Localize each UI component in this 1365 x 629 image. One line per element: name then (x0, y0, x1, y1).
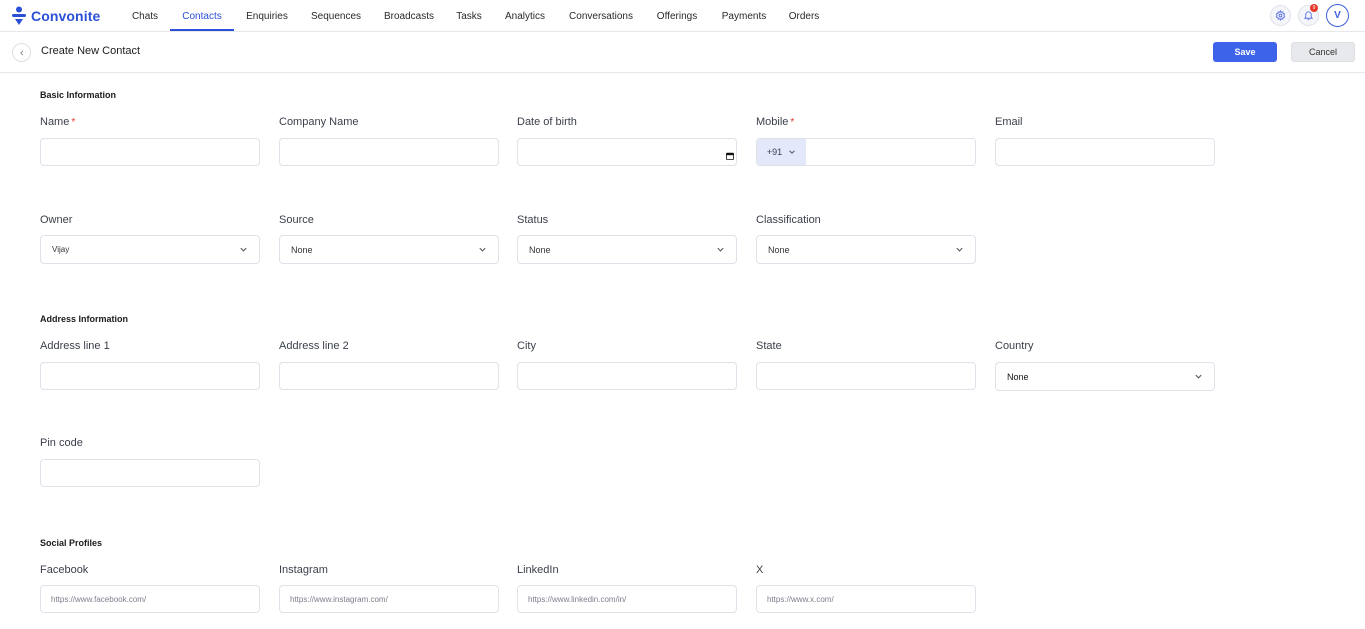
country-label: Country (995, 340, 1034, 352)
settings-button[interactable] (1270, 5, 1291, 26)
save-button[interactable]: Save (1213, 42, 1277, 62)
person-dot-icon (11, 6, 27, 26)
chevron-left-icon (19, 50, 23, 55)
required-mark: * (71, 117, 76, 128)
chevron-down-icon (477, 245, 487, 255)
classification-value: None (768, 244, 790, 255)
nav-sequences[interactable]: Sequences (304, 0, 368, 31)
status-label: Status (517, 214, 549, 226)
state-label: State (756, 340, 782, 352)
address-line-1-label: Address line 1 (40, 340, 110, 352)
mobile-input[interactable] (806, 139, 975, 165)
city-label: City (517, 340, 536, 352)
nav-orders[interactable]: Orders (783, 0, 825, 31)
address-line-2-label: Address line 2 (279, 340, 349, 352)
mobile-label: Mobile * (756, 116, 794, 128)
name-label: Name * (40, 116, 75, 128)
facebook-input[interactable] (40, 585, 260, 613)
calendar-icon[interactable] (726, 147, 734, 160)
linkedin-input[interactable] (517, 585, 737, 613)
x-input[interactable] (756, 585, 976, 613)
back-button[interactable] (12, 43, 31, 62)
chevron-down-icon (789, 150, 795, 154)
company-name-input[interactable] (279, 138, 499, 166)
name-label-text: Name (40, 116, 70, 128)
nav-enquiries[interactable]: Enquiries (240, 0, 294, 31)
nav-chats[interactable]: Chats (124, 0, 166, 31)
nav-tasks[interactable]: Tasks (451, 0, 487, 31)
company-name-label: Company Name (279, 116, 359, 128)
nav-conversations[interactable]: Conversations (562, 0, 640, 31)
owner-label: Owner (40, 214, 73, 226)
date-of-birth-input[interactable] (517, 138, 737, 166)
nav-broadcasts[interactable]: Broadcasts (378, 0, 440, 31)
basic-information-heading: Basic Information (40, 90, 117, 100)
nav-contacts[interactable]: Contacts (170, 0, 234, 31)
x-label: X (756, 564, 764, 576)
name-input[interactable] (40, 138, 260, 166)
avatar[interactable]: V (1326, 4, 1349, 27)
country-value: None (1007, 371, 1029, 382)
address-line-1-input[interactable] (40, 362, 260, 390)
email-label: Email (995, 116, 1023, 128)
status-value: None (529, 244, 551, 255)
page-title: Create New Contact (41, 45, 141, 57)
state-input[interactable] (756, 362, 976, 390)
country-code-select[interactable]: +91 (757, 139, 806, 165)
chevron-down-icon (1193, 372, 1203, 382)
owner-value: Vijay (52, 245, 70, 254)
email-input[interactable] (995, 138, 1215, 166)
brand-logo[interactable]: Convonite (11, 5, 100, 27)
source-label: Source (279, 214, 314, 226)
mobile-field: +91 (756, 138, 976, 166)
nav-analytics[interactable]: Analytics (497, 0, 553, 31)
source-value: None (291, 244, 313, 255)
source-select[interactable]: None (279, 235, 499, 264)
date-of-birth-label: Date of birth (517, 116, 577, 128)
facebook-label: Facebook (40, 564, 89, 576)
linkedin-label: LinkedIn (517, 564, 559, 576)
notification-badge: 9 (1310, 4, 1318, 12)
gear-icon (1275, 10, 1286, 21)
mobile-label-text: Mobile (756, 116, 789, 128)
social-profiles-heading: Social Profiles (40, 538, 103, 548)
instagram-input[interactable] (279, 585, 499, 613)
pin-code-input[interactable] (40, 459, 260, 487)
country-select[interactable]: None (995, 362, 1215, 391)
page-header (0, 32, 1365, 73)
instagram-label: Instagram (279, 564, 328, 576)
nav-payments[interactable]: Payments (715, 0, 773, 31)
city-input[interactable] (517, 362, 737, 390)
cancel-button[interactable]: Cancel (1291, 42, 1355, 62)
country-code-value: +91 (766, 147, 783, 157)
classification-label: Classification (756, 214, 821, 226)
address-information-heading: Address Information (40, 314, 129, 324)
nav-offerings[interactable]: Offerings (649, 0, 705, 31)
required-mark: * (790, 117, 795, 128)
owner-select[interactable]: Vijay (40, 235, 260, 264)
address-line-2-input[interactable] (279, 362, 499, 390)
chevron-down-icon (715, 245, 725, 255)
classification-select[interactable]: None (756, 235, 976, 264)
brand-name: Convonite (31, 8, 101, 24)
top-navbar: Convonite Chats Contacts Enquiries Seque… (0, 0, 1365, 32)
pin-code-label: Pin code (40, 437, 83, 449)
chevron-down-icon (238, 245, 248, 255)
chevron-down-icon (954, 245, 964, 255)
status-select[interactable]: None (517, 235, 737, 264)
